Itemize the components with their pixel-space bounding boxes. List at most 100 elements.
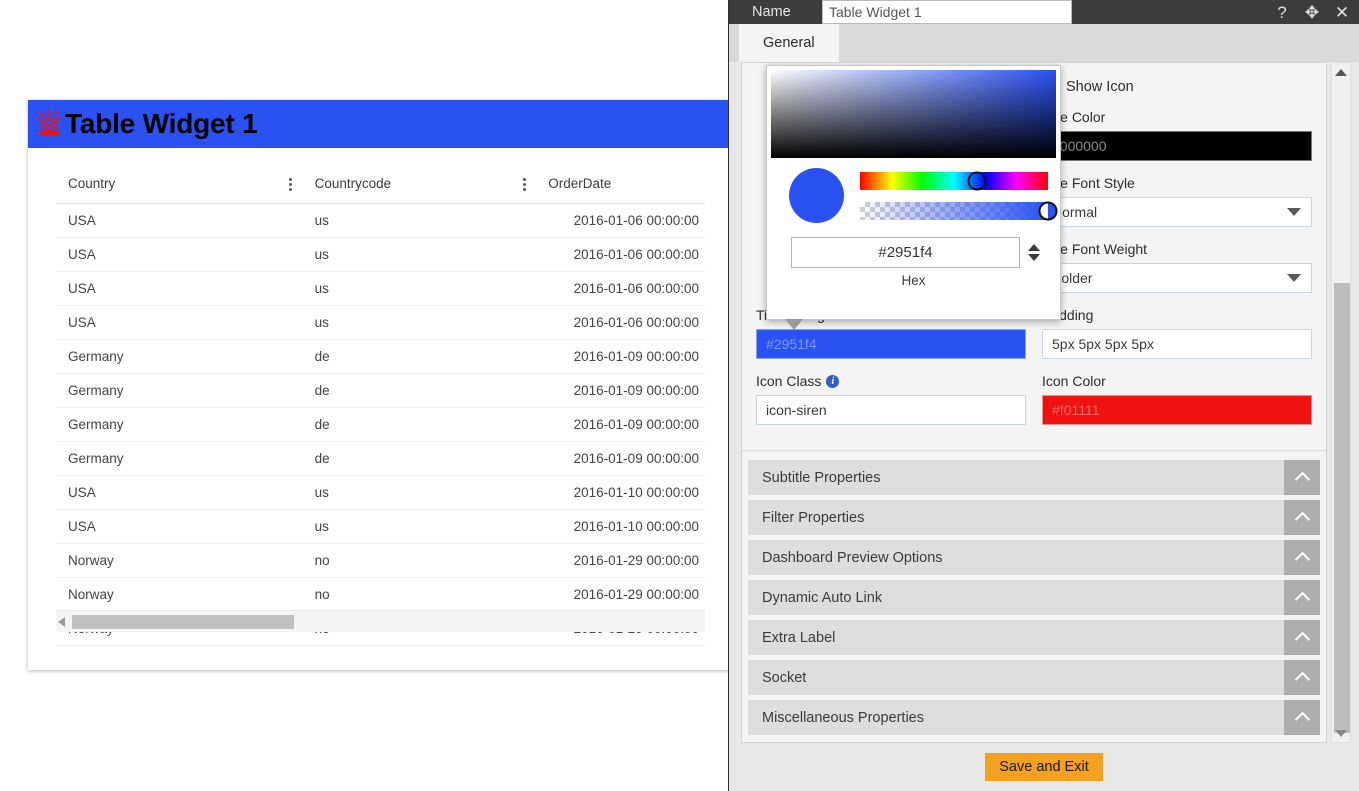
icon-class-label: Icon Class i (756, 373, 1026, 389)
accordion-label: Subtitle Properties (762, 469, 881, 486)
scroll-left-arrow-icon[interactable] (56, 611, 68, 632)
save-and-exit-button[interactable]: Save and Exit (985, 753, 1103, 781)
chevron-down-icon (1287, 274, 1301, 282)
table-cell-country: USA (56, 509, 303, 544)
chevron-up-icon[interactable] (1284, 580, 1320, 615)
widget-title: Table Widget 1 (65, 108, 258, 139)
table-row[interactable]: USA us 2016-01-06 00:00:00 (56, 203, 705, 238)
help-icon[interactable]: ? (1273, 3, 1291, 21)
title-background-color-input[interactable] (756, 329, 1026, 359)
popup-pointer (785, 319, 803, 330)
scroll-thumb[interactable] (1334, 283, 1350, 733)
scroll-down-arrow-icon[interactable] (1332, 724, 1350, 742)
scroll-thumb[interactable] (72, 614, 294, 629)
tab-general[interactable]: General (739, 24, 839, 62)
table-row[interactable]: Germany de 2016-01-09 00:00:00 (56, 373, 705, 408)
field-title-font-style: Title Font Style Normal (1042, 161, 1312, 227)
color-picker-popup[interactable]: Hex (766, 65, 1061, 330)
table-cell-countrycode: de (302, 339, 537, 374)
table-row[interactable]: USA us 2016-01-06 00:00:00 (56, 305, 705, 340)
field-icon-class: Icon Class i (756, 359, 1026, 425)
accordion-section-2[interactable]: Dashboard Preview Options (748, 540, 1320, 575)
title-font-style-label: Title Font Style (1042, 175, 1135, 191)
alpha-slider[interactable] (860, 201, 1058, 220)
column-menu-icon[interactable] (518, 176, 530, 192)
accordion-label: Extra Label (762, 629, 836, 646)
chevron-up-icon[interactable] (1284, 540, 1320, 575)
icon-color-input[interactable] (1042, 395, 1312, 425)
padding-input[interactable] (1042, 329, 1312, 359)
widget-settings-panel: Name ? ✥ ✕ General (728, 0, 1359, 791)
table-horizontal-scrollbar[interactable] (56, 610, 705, 632)
chevron-up-icon[interactable] (1284, 660, 1320, 695)
accordion-label: Miscellaneous Properties (762, 709, 924, 726)
panel-header-icons: ? ✥ ✕ (1273, 0, 1351, 24)
hex-format-stepper[interactable] (1028, 244, 1042, 261)
accordion-label: Filter Properties (762, 509, 865, 526)
chevron-up-icon[interactable] (1284, 500, 1320, 535)
scroll-up-arrow-icon[interactable] (1332, 63, 1350, 81)
accordion-section-4[interactable]: Extra Label (748, 620, 1320, 655)
table-cell-country: Germany (56, 373, 303, 408)
hex-color-input[interactable] (791, 237, 1020, 268)
icon-color-label: Icon Color (1042, 373, 1106, 389)
panel-footer: Save and Exit (729, 743, 1359, 791)
icon-class-input[interactable] (756, 395, 1026, 425)
table-row[interactable]: USA us 2016-01-06 00:00:00 (56, 271, 705, 306)
panel-body: ✓ Show Icon Title Color Title Font Style (729, 62, 1359, 791)
table-row[interactable]: Germany de 2016-01-09 00:00:00 (56, 339, 705, 374)
close-icon[interactable]: ✕ (1333, 3, 1351, 21)
saturation-value-area[interactable] (771, 70, 1056, 158)
panel-vertical-scrollbar[interactable] (1331, 62, 1351, 743)
table-row[interactable]: Germany de 2016-01-09 00:00:00 (56, 407, 705, 442)
title-color-input[interactable] (1042, 131, 1312, 161)
title-font-style-select[interactable]: Normal (1042, 197, 1312, 227)
table-container: Country Countrycode OrderDate USA us 201… (28, 148, 733, 670)
accordion-section-0[interactable]: Subtitle Properties (748, 460, 1320, 495)
table-cell-countrycode: us (302, 475, 537, 510)
column-header-label: OrderDate (548, 176, 612, 191)
chevron-down-icon (1287, 208, 1301, 216)
stepper-down-icon[interactable] (1028, 254, 1040, 261)
chevron-up-icon[interactable] (1284, 460, 1320, 495)
accordion-section-3[interactable]: Dynamic Auto Link (748, 580, 1320, 615)
accordion-section-1[interactable]: Filter Properties (748, 500, 1320, 535)
title-font-weight-select[interactable]: Bolder (1042, 263, 1312, 293)
hue-slider-handle[interactable] (967, 171, 987, 190)
column-menu-icon[interactable] (285, 176, 297, 192)
stepper-up-icon[interactable] (1028, 244, 1040, 251)
table-cell-orderdate: 2016-01-10 00:00:00 (536, 509, 705, 544)
table-row[interactable]: Norwayno2016-01-29 00:00:00 (56, 543, 705, 578)
widget-name-input[interactable] (822, 0, 1072, 24)
show-icon-checkbox-row[interactable]: ✓ Show Icon (1042, 79, 1312, 95)
table-widget: Table Widget 1 Country Countrycode Order… (28, 100, 733, 670)
hue-bar[interactable] (860, 171, 1048, 190)
table-row[interactable]: USA us 2016-01-10 00:00:00 (56, 509, 705, 544)
table-row[interactable]: Germany de 2016-01-09 00:00:00 (56, 441, 705, 476)
table-cell-countrycode: us (302, 203, 537, 238)
hex-caption: Hex (901, 273, 926, 288)
column-header-countrycode[interactable]: Countrycode (302, 164, 537, 204)
alpha-bar[interactable] (860, 201, 1048, 220)
column-header-country[interactable]: Country (56, 164, 303, 204)
table-cell-countrycode: us (302, 305, 537, 340)
hue-slider[interactable] (860, 171, 1048, 190)
alpha-slider-handle[interactable] (1038, 201, 1058, 220)
table-cell-country: USA (56, 271, 303, 306)
color-preview-swatch (789, 168, 844, 223)
table-row[interactable]: USA us 2016-01-06 00:00:00 (56, 237, 705, 272)
chevron-up-icon[interactable] (1284, 620, 1320, 655)
accordion-section-5[interactable]: Socket (748, 660, 1320, 695)
table-row[interactable]: USA us 2016-01-10 00:00:00 (56, 475, 705, 510)
table-cell-orderdate: 2016-01-09 00:00:00 (536, 373, 705, 408)
table-row[interactable]: Norwayno2016-01-29 00:00:00 (56, 577, 705, 612)
move-icon[interactable]: ✥ (1303, 3, 1321, 21)
title-font-weight-label: Title Font Weight (1042, 241, 1148, 257)
scroll-track[interactable] (68, 614, 705, 629)
name-label: Name (752, 4, 791, 20)
info-icon[interactable]: i (826, 374, 840, 388)
chevron-up-icon[interactable] (1284, 700, 1320, 735)
accordion-section-6[interactable]: Miscellaneous Properties (748, 700, 1320, 735)
column-header-orderdate[interactable]: OrderDate (536, 164, 705, 204)
table-cell-orderdate: 2016-01-06 00:00:00 (536, 271, 705, 306)
